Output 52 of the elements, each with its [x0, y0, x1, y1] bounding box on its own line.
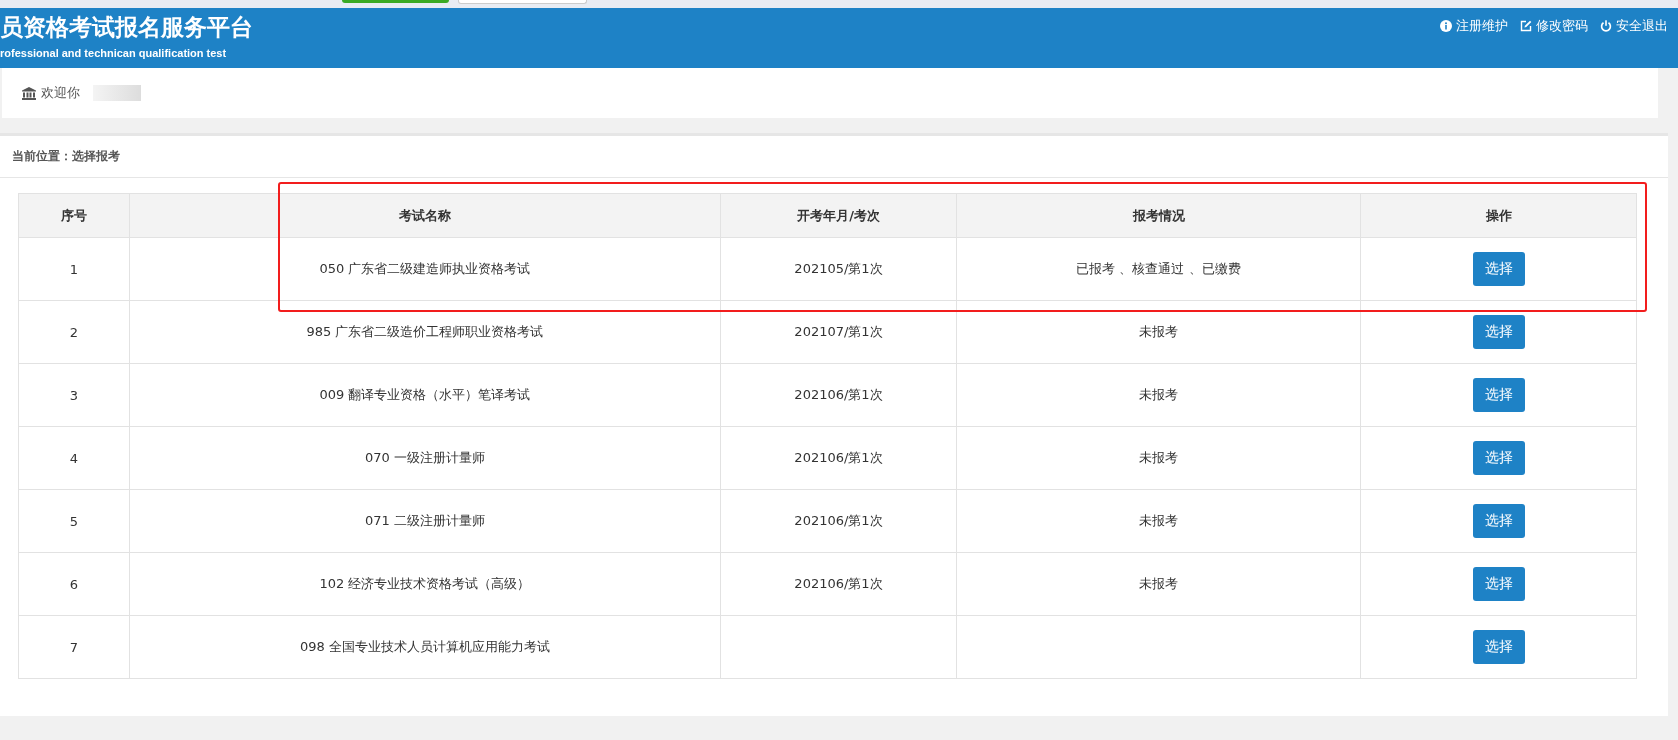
table-cell: 050 广东省二级建造师执业资格考试 [129, 237, 721, 301]
select-button[interactable]: 选择 [1472, 630, 1525, 664]
toolbar-button[interactable] [458, 0, 587, 4]
select-button[interactable]: 选择 [1472, 441, 1525, 475]
select-button[interactable]: 选择 [1472, 315, 1525, 349]
column-header: 开考年月/考次 [720, 193, 957, 238]
table-cell: 未报考 [956, 300, 1361, 364]
table-cell: 4 [18, 426, 130, 490]
welcome-text: 欢迎你 [41, 84, 80, 102]
column-header: 操作 [1360, 193, 1637, 238]
table-cell: 009 翻译专业资格（水平）笔译考试 [129, 363, 721, 427]
table-cell: 3 [18, 363, 130, 427]
table-cell: 未报考 [956, 489, 1361, 553]
table-cell: 已报考 、核查通过 、已缴费 [956, 237, 1361, 301]
header-link[interactable]: 修改密码 [1520, 17, 1588, 35]
table-cell: 202106/第1次 [720, 426, 957, 490]
column-header: 序号 [18, 193, 130, 238]
edit-icon [1520, 20, 1532, 32]
select-button[interactable]: 选择 [1472, 252, 1525, 286]
table-cell: 202105/第1次 [720, 237, 957, 301]
table-cell: 071 二级注册计量师 [129, 489, 721, 553]
column-header: 报考情况 [956, 193, 1361, 238]
select-button[interactable]: 选择 [1472, 378, 1525, 412]
table-cell: 202106/第1次 [720, 489, 957, 553]
column-header: 考试名称 [129, 193, 721, 238]
table-cell: 未报考 [956, 552, 1361, 616]
select-button[interactable]: 选择 [1472, 504, 1525, 538]
info-icon [1440, 20, 1452, 32]
table-cell: 2 [18, 300, 130, 364]
table-cell: 985 广东省二级造价工程师职业资格考试 [129, 300, 721, 364]
site-subtitle: rofessional and technican qualification test [0, 47, 228, 59]
power-icon [1600, 20, 1612, 32]
bank-icon [22, 86, 36, 100]
table-cell: 未报考 [956, 363, 1361, 427]
header-link[interactable]: 安全退出 [1600, 17, 1668, 35]
select-button[interactable]: 选择 [1472, 567, 1525, 601]
table-cell: 6 [18, 552, 130, 616]
table-cell: 070 一级注册计量师 [129, 426, 721, 490]
toolbar-button[interactable] [342, 0, 449, 3]
table-cell: 202106/第1次 [720, 363, 957, 427]
blurred-name [93, 85, 141, 101]
table-cell: 102 经济专业技术资格考试（高级） [129, 552, 721, 616]
table-cell: 7 [18, 615, 130, 679]
table-cell: 未报考 [956, 426, 1361, 490]
table-cell: 202106/第1次 [720, 552, 957, 616]
table-cell: 098 全国专业技术人员计算机应用能力考试 [129, 615, 721, 679]
header-link[interactable]: 注册维护 [1440, 17, 1508, 35]
breadcrumb: 当前位置：选择报考 [0, 136, 1668, 178]
table-cell: 202107/第1次 [720, 300, 957, 364]
table-cell: 1 [18, 237, 130, 301]
site-title: 员资格考试报名服务平台 [0, 13, 253, 42]
table-cell: 5 [18, 489, 130, 553]
